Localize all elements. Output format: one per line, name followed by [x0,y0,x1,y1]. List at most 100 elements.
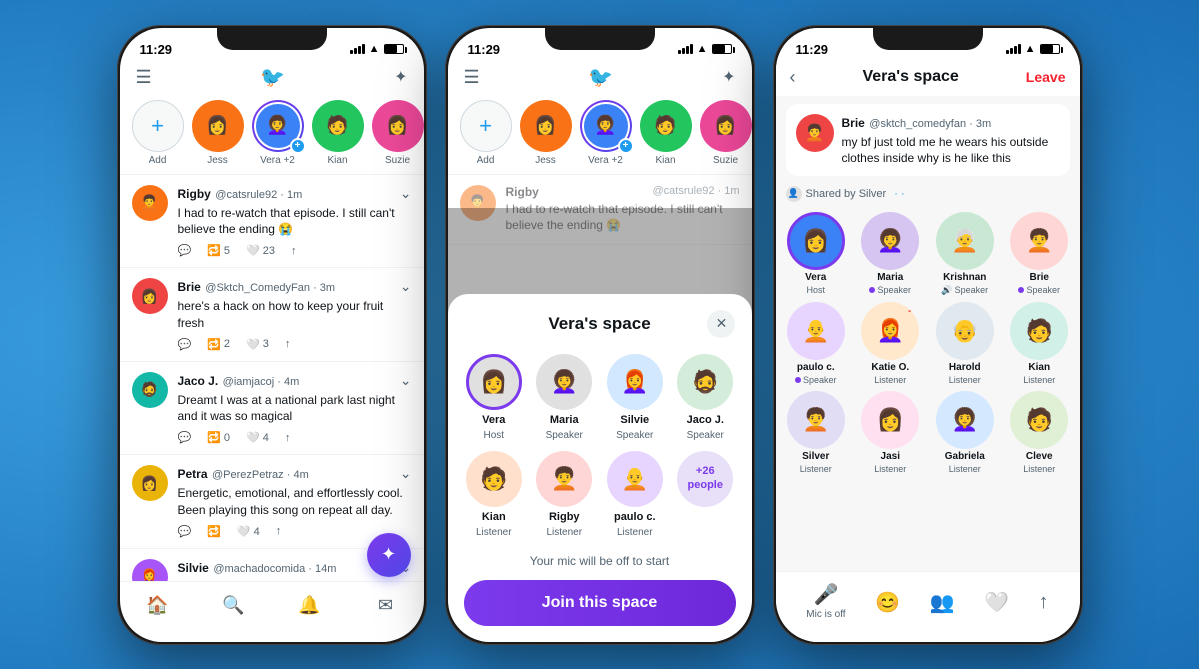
shared-icon: 👤 [786,186,802,202]
participant-paulo: 🧑‍🦲 paulo c. Speaker [782,302,851,385]
phone-1-screen: 11:29 ▲ ☰ 🐦 ✦ [120,28,424,642]
participant-gabriela: 👩‍🦱 Gabriela Listener [931,391,1000,474]
nav-search[interactable]: 🔍 [214,590,254,622]
participant-kian-avatar: 🧑 [1010,302,1068,360]
time-2: 11:29 [468,42,501,57]
tweet-rigby: 🧑‍🦱 Rigby @catsrule92 · 1m ⌄ I had to re… [120,175,424,269]
mic-status: Mic is off [806,609,845,624]
phone-notch-1 [217,28,327,50]
participants-section: 👩 Vera Host 👩‍🦱 Maria Speaker 🧑‍🦳 Krishn… [776,208,1080,571]
battery-2 [712,44,732,54]
participant-vera: 👩 Vera Host [782,212,851,296]
story-jess-label: Jess [207,155,228,166]
story-jess[interactable]: 👩 Jess [192,100,244,166]
participant-katie: 👩‍🦰 💯 Katie O. Listener [856,302,925,385]
heart-icon[interactable]: 🤍 [984,590,1009,615]
twitter-nav-1: ☰ 🐦 ✦ [120,61,424,96]
story-kian-label: Kian [327,155,347,166]
tweet-jaco-avatar: 🧔 [132,372,168,408]
participants-grid: 👩 Vera Host 👩‍🦱 Maria Speaker 🧑‍🦳 Krishn… [782,212,1074,474]
space-modal-overlay: Vera's space ✕ 👩 Vera Host 👩‍🦱 Maria Spe… [448,208,752,642]
participant-jasi-avatar: 👩 [861,391,919,449]
sparkle-icon[interactable]: ✦ [394,67,407,87]
story-add-label: Add [149,155,167,166]
speaker-maria-avatar: 👩‍🦱 [536,354,592,410]
listener-paulo-avatar: 🧑‍🦲 [607,451,663,507]
emoji-icon[interactable]: 😊 [875,590,900,615]
compose-fab[interactable]: ✦ [367,533,411,577]
participant-gabriela-avatar: 👩‍🦱 [936,391,994,449]
tweet-list-1: 🧑‍🦱 Rigby @catsrule92 · 1m ⌄ I had to re… [120,175,424,581]
nav-bell[interactable]: 🔔 [290,590,330,622]
nav-home[interactable]: 🏠 [138,590,178,622]
featured-tweet: 🧑‍🦱 Brie @sktch_comedyfan · 3m my bf jus… [786,104,1070,176]
listener-rigby: 🧑‍🦱 Rigby Listener [534,451,595,538]
plus26-avatar: +26people [677,451,733,507]
participant-jasi: 👩 Jasi Listener [856,391,925,474]
add-story-btn[interactable]: + [132,100,184,152]
battery-icon [384,44,404,54]
story-vera[interactable]: 👩‍🦱 + Vera +2 [252,100,304,166]
participant-silver: 🧑‍🦱 Silver Listener [782,391,851,474]
listener-kian: 🧑 Kian Listener [464,451,525,538]
stories-row-1: + Add 👩 Jess 👩‍🦱 + Vera +2 [120,96,424,174]
mic-icon[interactable]: 🎤 [813,582,838,607]
space-view-title: Vera's space [862,68,958,86]
nav-mail[interactable]: ✉ [366,590,406,622]
shared-by-label: 👤 Shared by Silver · · [786,186,1070,202]
signal-icon [350,44,365,54]
speaker-vera: 👩 Vera Host [464,354,525,441]
participant-paulo-avatar: 🧑‍🦲 [787,302,845,360]
participant-cleve: 🧑 Cleve Listener [1005,391,1074,474]
join-space-btn[interactable]: Join this space [464,580,736,626]
twitter-logo: 🐦 [260,65,285,90]
add-story-btn-2[interactable]: + [460,100,512,152]
story-jess-avatar: 👩 [192,100,244,152]
participant-vera-avatar: 👩 [787,212,845,270]
space-modal-header: Vera's space ✕ [464,310,736,338]
participant-silver-avatar: 🧑‍🦱 [787,391,845,449]
space-header: ‹ Vera's space Leave [776,61,1080,96]
100-emoji: 💯 [908,302,919,313]
space-modal: Vera's space ✕ 👩 Vera Host 👩‍🦱 Maria Spe… [448,294,752,642]
phone-1: 11:29 ▲ ☰ 🐦 ✦ [117,25,427,645]
participant-maria-avatar: 👩‍🦱 [861,212,919,270]
stories-row-2: + Add 👩 Jess 👩‍🦱 + Vera +2 🧑 Kian [448,96,752,174]
time-1: 11:29 [140,42,173,57]
story-vera-avatar: 👩‍🦱 + [252,100,304,152]
mic-notice: Your mic will be off to start [530,554,669,568]
tweet-jaco: 🧔 Jaco J. @iamjacoj · 4m ⌄ Dreamt I was … [120,362,424,456]
speaker-silvie-avatar: 👩‍🦰 [607,354,663,410]
share-icon[interactable]: ↑ [1039,591,1049,614]
participant-katie-avatar: 👩‍🦰 💯 [861,302,919,360]
time-3: 11:29 [796,42,829,57]
bottom-nav-1: 🏠 🔍 🔔 ✉ [120,581,424,642]
story-add[interactable]: + Add [132,100,184,166]
leave-button[interactable]: Leave [1026,69,1066,85]
plus-badge: + [290,138,306,154]
participant-krishnan-avatar: 🧑‍🦳 [936,212,994,270]
wifi-icon: ▲ [369,43,380,55]
speakers-grid: 👩 Vera Host 👩‍🦱 Maria Speaker 👩‍🦰 Silvie… [464,354,736,538]
speaker-silvie: 👩‍🦰 Silvie Speaker [605,354,666,441]
phone-notch-3 [873,28,983,50]
participant-harold-avatar: 👴 [936,302,994,360]
people-icon[interactable]: 👥 [930,590,955,615]
featured-tweet-avatar: 🧑‍🦱 [796,114,834,152]
back-button[interactable]: ‹ [790,67,796,88]
menu-icon[interactable]: ☰ [136,67,152,88]
tweet-rigby-avatar: 🧑‍🦱 [132,185,168,221]
phone-2-screen: 11:29 ▲ ☰ 🐦 ✦ + Add [448,28,752,642]
speaker-vera-avatar: 👩 [466,354,522,410]
participant-cleve-avatar: 🧑 [1010,391,1068,449]
status-icons-1: ▲ [350,43,404,55]
plus26-item: +26people [675,451,736,538]
space-modal-close[interactable]: ✕ [707,310,735,338]
story-kian[interactable]: 🧑 Kian [312,100,364,166]
participant-harold: 👴 Harold Listener [931,302,1000,385]
tweet-petra-avatar: 👩 [132,465,168,501]
story-vera-label: Vera +2 [260,155,295,166]
speaker-maria: 👩‍🦱 Maria Speaker [534,354,595,441]
listener-paulo: 🧑‍🦲 paulo c. Listener [605,451,666,538]
story-suzie[interactable]: 👩 Suzie [372,100,424,166]
